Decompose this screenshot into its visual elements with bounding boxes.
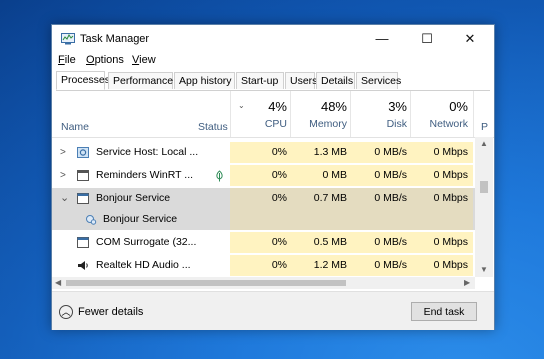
cpu-value: 0% [271,259,287,271]
tab-strip: Processes Performance App history Start-… [56,71,490,91]
maximize-button[interactable]: ☐ [407,29,447,49]
column-memory[interactable]: 48% Memory [292,99,347,130]
table-row[interactable]: > Service Host: Local ... 0% 1.3 MB 0 MB… [52,142,475,163]
column-name[interactable]: Name [61,121,89,133]
tab-users[interactable]: Users [285,72,317,89]
cpu-value: 0% [271,146,287,158]
column-divider [290,91,291,137]
tab-details[interactable]: Details [316,72,355,89]
process-name: Reminders WinRT ... [96,169,194,181]
network-value: 0 Mbps [433,146,468,158]
scroll-thumb[interactable] [480,181,488,193]
app-window-icon [77,237,89,248]
column-divider [350,91,351,137]
memory-value: 1.2 MB [313,259,347,271]
app-window-icon [77,170,89,181]
vertical-scrollbar[interactable]: ▲ ▼ [475,137,493,277]
network-value: 0 Mbps [433,169,468,181]
disk-value: 0 MB/s [374,192,407,204]
network-value: 0 Mbps [433,236,468,248]
scroll-down-icon[interactable]: ▼ [480,265,488,274]
scroll-left-icon[interactable]: ◀ [55,278,61,287]
column-more[interactable]: P [481,121,488,133]
footer-bar: ︿ Fewer details End task [52,291,494,330]
tab-processes[interactable]: Processes [56,71,110,90]
cpu-value: 0% [271,169,287,181]
tab-startup[interactable]: Start-up [236,72,284,89]
process-name: Bonjour Service [96,192,171,204]
chevron-up-icon: ︿ [59,305,73,320]
disk-value: 0 MB/s [374,259,407,271]
task-manager-window: Task Manager — ☐ ✕ File Options View Pro… [51,24,495,330]
scroll-right-icon[interactable]: ▶ [464,278,470,287]
menu-file[interactable]: File [58,54,76,66]
expand-chevron-icon[interactable]: > [60,142,66,163]
app-window-icon [77,193,89,204]
table-row[interactable]: > Reminders WinRT ... 0% 0 MB 0 MB/s 0 M… [52,165,475,186]
expand-chevron-icon[interactable]: ⌄ [60,188,69,209]
memory-value: 1.3 MB [313,146,347,158]
horizontal-scrollbar[interactable]: ◀ ▶ [52,277,475,289]
table-row-child[interactable]: Bonjour Service [52,209,475,230]
table-row[interactable]: ⌄ Bonjour Service 0% 0.7 MB 0 MB/s 0 Mbp… [52,188,475,209]
speaker-icon [78,261,88,270]
heat-background [230,209,473,230]
memory-value: 0 MB [322,169,347,181]
disk-value: 0 MB/s [374,236,407,248]
menu-options[interactable]: Options [86,54,124,66]
process-name: Service Host: Local ... [96,146,199,158]
window-title: Task Manager [80,33,150,45]
expand-chevron-icon[interactable]: > [60,165,66,186]
network-value: 0 Mbps [433,192,468,204]
table-row[interactable]: Realtek HD Audio ... 0% 1.2 MB 0 MB/s 0 … [52,255,475,276]
tab-performance[interactable]: Performance [108,72,173,89]
scroll-thumb[interactable] [66,280,346,286]
table-row[interactable]: COM Surrogate (32... 0% 0.5 MB 0 MB/s 0 … [52,232,475,253]
close-button[interactable]: ✕ [450,29,490,49]
column-headers: Name Status ⌄ 4% CPU 48% Memory 3% Disk … [52,91,494,138]
cpu-value: 0% [271,236,287,248]
column-cpu[interactable]: 4% CPU [232,99,287,130]
process-list: > Service Host: Local ... 0% 1.3 MB 0 MB… [52,142,475,276]
title-bar[interactable]: Task Manager — ☐ ✕ [52,25,494,53]
fewer-details-button[interactable]: ︿ Fewer details [59,303,143,321]
tab-services[interactable]: Services [356,72,401,89]
fewer-details-label: Fewer details [78,306,144,318]
disk-value: 0 MB/s [374,146,407,158]
column-status[interactable]: Status [198,121,228,133]
gear-icon [77,147,89,158]
service-gear-icon [86,215,97,225]
memory-value: 0.5 MB [313,236,347,248]
column-disk[interactable]: 3% Disk [352,99,407,130]
column-divider [230,91,231,137]
column-divider [410,91,411,137]
process-name: Realtek HD Audio ... [96,259,191,271]
menu-view[interactable]: View [132,54,156,66]
process-name: COM Surrogate (32... [96,236,197,248]
leaf-icon [216,170,223,182]
minimize-button[interactable]: — [362,29,402,49]
end-task-button[interactable]: End task [411,302,477,321]
service-name: Bonjour Service [103,213,178,225]
tab-app-history[interactable]: App history [174,72,235,89]
disk-value: 0 MB/s [374,169,407,181]
scroll-up-icon[interactable]: ▲ [480,139,488,148]
column-network[interactable]: 0% Network [412,99,468,130]
network-value: 0 Mbps [433,259,468,271]
memory-value: 0.7 MB [313,192,347,204]
column-divider [473,91,474,137]
cpu-value: 0% [271,192,287,204]
task-manager-icon [61,33,75,45]
